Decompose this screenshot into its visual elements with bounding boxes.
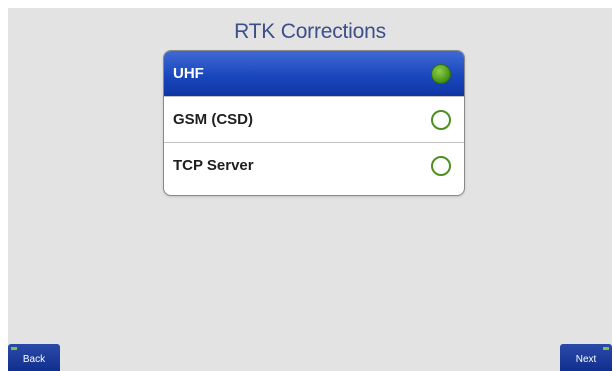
corrections-option-list: UHF GSM (CSD) TCP Server xyxy=(163,50,465,196)
radio-unselected-icon[interactable] xyxy=(431,156,451,176)
page-title: RTK Corrections xyxy=(234,20,386,43)
radio-unselected-icon[interactable] xyxy=(431,110,451,130)
option-label: GSM (CSD) xyxy=(173,111,253,128)
next-button-label: Next xyxy=(575,354,597,365)
back-button[interactable]: Back xyxy=(8,344,60,371)
indicator-mark-icon xyxy=(603,347,609,350)
radio-selected-icon[interactable] xyxy=(431,64,451,84)
option-uhf[interactable]: UHF xyxy=(164,51,464,97)
rtk-corrections-screen: RTK Corrections UHF GSM (CSD) TCP Server… xyxy=(8,8,612,371)
option-label: UHF xyxy=(173,65,204,82)
back-button-label: Back xyxy=(22,354,46,365)
option-tcp-server[interactable]: TCP Server xyxy=(164,143,464,191)
option-label: TCP Server xyxy=(173,157,254,174)
option-gsm-csd[interactable]: GSM (CSD) xyxy=(164,97,464,143)
indicator-mark-icon xyxy=(11,347,17,350)
next-button[interactable]: Next xyxy=(560,344,612,371)
